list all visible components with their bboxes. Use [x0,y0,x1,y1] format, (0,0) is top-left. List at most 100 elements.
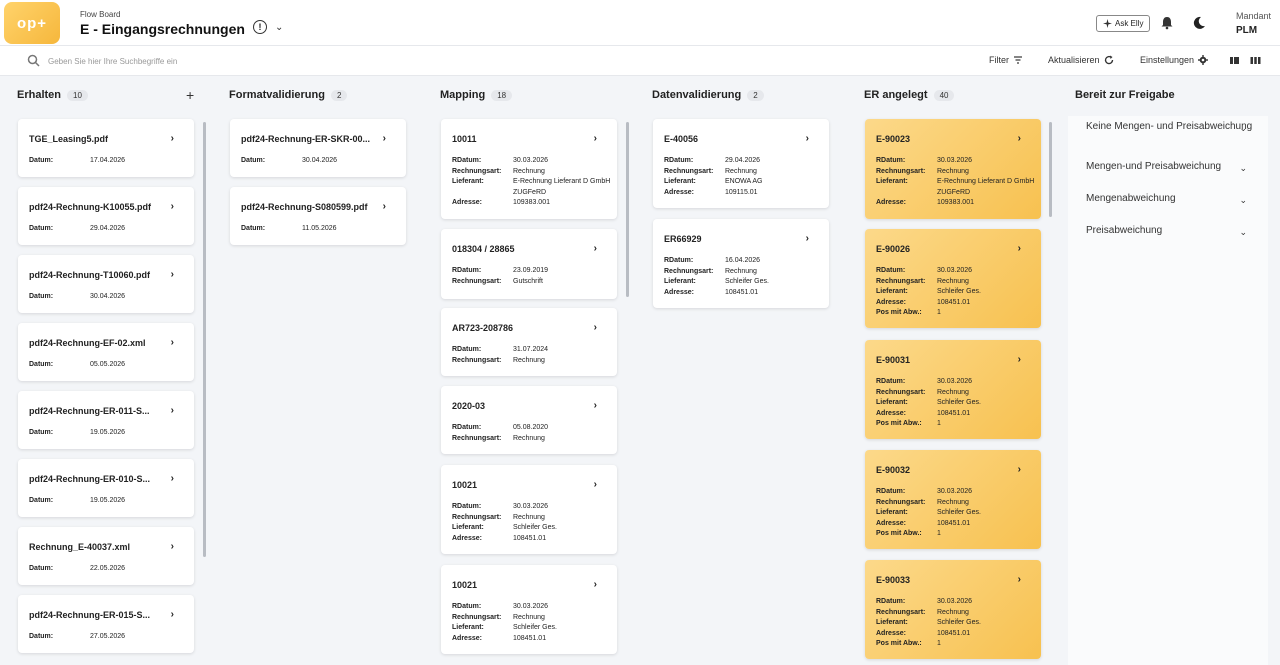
invoice-card[interactable]: TGE_Leasing5.pdf › Datum: 17.04.2026 [18,119,194,177]
card-title: pdf24-Rechnung-S080599.pdf [241,202,368,212]
chevron-right-icon[interactable]: › [806,233,809,244]
invoice-card[interactable]: 10021 › RDatum: 30.03.2026 Rechnungsart: Rech… [441,465,617,554]
chevron-right-icon[interactable]: › [171,541,174,552]
field-value: Rechnung [937,608,969,616]
chevron-right-icon[interactable]: › [171,201,174,212]
dark-mode-icon[interactable] [1192,16,1206,30]
app-logo[interactable]: op+ [4,2,60,44]
invoice-card[interactable]: pdf24-Rechnung-K10055.pdf › Datum: 29.04.20… [18,187,194,245]
chevron-right-icon[interactable]: › [594,579,597,590]
field-label: Rechnungsart: [876,388,926,396]
field-label: Adresse: [664,188,694,196]
group-mengen-und-preisabweichung[interactable]: Mengen-und Preisabweichung ⌄ [1086,161,1261,173]
search-input[interactable] [48,53,448,69]
bell-icon[interactable] [1160,16,1174,30]
field-value: Schleifer Ges. [937,619,981,626]
invoice-card[interactable]: ER66929 › RDatum: 16.04.2026 Rechnungsart: Re… [653,219,829,308]
invoice-card[interactable]: E-40056 › RDatum: 29.04.2026 Rechnungsart: Re… [653,119,829,208]
invoice-card[interactable]: E-90023 › RDatum: 30.03.2026 Rechnungsart: Re… [865,119,1041,219]
filter-button[interactable]: Filter [989,55,1023,65]
chevron-right-icon[interactable]: › [171,473,174,484]
invoice-card[interactable]: 10011 › RDatum: 30.03.2026 Rechnungsart: Rech… [441,119,617,219]
chevron-right-icon[interactable]: › [806,133,809,144]
field-label: Lieferant: [876,509,908,516]
invoice-card[interactable]: E-90033 › RDatum: 30.03.2026 Rechnungsart: Re… [865,560,1041,659]
chevron-right-icon[interactable]: › [594,322,597,333]
field-label: RDatum: [876,267,906,274]
group-keine-abweichung[interactable]: Keine Mengen- und Preisabweichung ⌄ [1086,121,1261,133]
refresh-icon [1104,55,1113,65]
invoice-card[interactable]: pdf24-Rechnung-EF-02.xml › Datum: 05.05.202… [18,323,194,381]
field-label: RDatum: [876,488,906,495]
card-title: E-90032 [876,465,911,475]
field-label: Rechnungsart: [876,277,926,285]
info-icon[interactable]: ! [253,20,267,34]
field-value: Rechnung [937,167,969,175]
invoice-card[interactable]: 10021 › RDatum: 30.03.2026 Rechnungsart: Rech… [441,565,617,654]
column-title: Erhalten [17,89,62,101]
scrollbar[interactable] [1049,122,1052,217]
field-value: Schleifer Ges. [937,399,981,406]
chevron-right-icon[interactable]: › [171,337,174,348]
chevron-right-icon[interactable]: › [1018,574,1021,585]
chevron-right-icon[interactable]: › [171,269,174,280]
invoice-card[interactable]: AR723-208786 › RDatum: 31.07.2024 Rechnungsa… [441,308,617,376]
chevron-right-icon[interactable]: › [383,133,386,144]
field-value: Rechnung [513,356,545,364]
count-badge: 10 [67,89,88,101]
field-value: 30.03.2026 [937,598,973,605]
invoice-card[interactable]: 018304 / 28865 › RDatum: 23.09.2019 Rechnung… [441,229,617,299]
chevron-right-icon[interactable]: › [171,609,174,620]
field-value: 108451.01 [513,634,547,642]
invoice-card[interactable]: pdf24-Rechnung-S080599.pdf › Datum: 11.05.2… [230,187,406,245]
invoice-card[interactable]: pdf24-Rechnung-ER-SKR-00... › Datum: 30.04.… [230,119,406,177]
chevron-down-icon[interactable]: ⌄ [275,22,283,33]
chevron-right-icon[interactable]: › [171,405,174,416]
chevron-right-icon[interactable]: › [594,479,597,490]
refresh-button[interactable]: Aktualisieren [1048,55,1114,65]
field-value: 108451.01 [937,519,971,527]
chevron-right-icon[interactable]: › [1018,354,1021,365]
field-label: RDatum: [876,378,906,385]
scrollbar[interactable] [203,122,206,557]
invoice-card[interactable]: E-90031 › RDatum: 30.03.2026 Rechnungsart: Re… [865,340,1041,439]
chevron-right-icon[interactable]: › [171,133,174,144]
add-icon[interactable]: + [186,87,194,103]
field-value: 17.04.2026 [90,157,126,164]
field-value: Rechnung [513,167,545,175]
field-value: Schleifer Ges. [513,524,557,531]
board-view-icon[interactable] [1229,55,1240,66]
chevron-right-icon[interactable]: › [594,133,597,144]
group-preisabweichung[interactable]: Preisabweichung ⌄ [1086,225,1261,237]
mandant-value[interactable]: PLM [1236,25,1257,36]
field-value: 23.09.2019 [513,267,549,274]
card-title: E-90033 [876,575,911,585]
chevron-right-icon[interactable]: › [1018,243,1021,254]
invoice-card[interactable]: Rechnung_E-40037.xml › Datum: 22.05.2026 [18,527,194,585]
invoice-card[interactable]: E-90032 › RDatum: 30.03.2026 Rechnungsart: Re… [865,450,1041,549]
page-title: E - Eingangsrechnungen [80,21,245,37]
chevron-right-icon[interactable]: › [594,243,597,254]
invoice-card[interactable]: E-90026 › RDatum: 30.03.2026 Rechnungsart: Re… [865,229,1041,328]
invoice-card[interactable]: pdf24-Rechnung-ER-015-S... › Datum: 27.05.2… [18,595,194,653]
invoice-card[interactable]: pdf24-Rechnung-T10060.pdf › Datum: 30.04.20… [18,255,194,313]
field-label: Lieferant: [452,178,484,185]
count-badge: 40 [933,89,955,101]
card-title: 2020-03 [452,401,486,411]
group-mengenabweichung[interactable]: Mengenabweichung ⌄ [1086,193,1261,205]
chevron-right-icon[interactable]: › [383,201,386,212]
invoice-card[interactable]: pdf24-Rechnung-ER-010-S... › Datum: 19.05.2… [18,459,194,517]
count-badge: 2 [747,89,764,101]
scrollbar[interactable] [626,122,629,297]
ask-elly-button[interactable]: Ask Elly [1096,15,1151,32]
invoice-card[interactable]: 2020-03 › RDatum: 05.08.2020 Rechnungsart: Re… [441,386,617,454]
field-label: Rechnungsart: [452,613,502,621]
breadcrumb[interactable]: Flow Board [80,10,120,19]
settings-button[interactable]: Einstellungen [1140,55,1209,65]
invoice-card[interactable]: pdf24-Rechnung-ER-011-S... › Datum: 19.05.2… [18,391,194,449]
field-value: Rechnung [725,267,757,275]
chevron-right-icon[interactable]: › [1018,133,1021,144]
chevron-right-icon[interactable]: › [594,400,597,411]
chevron-right-icon[interactable]: › [1018,464,1021,475]
columns-view-icon[interactable] [1250,55,1261,66]
